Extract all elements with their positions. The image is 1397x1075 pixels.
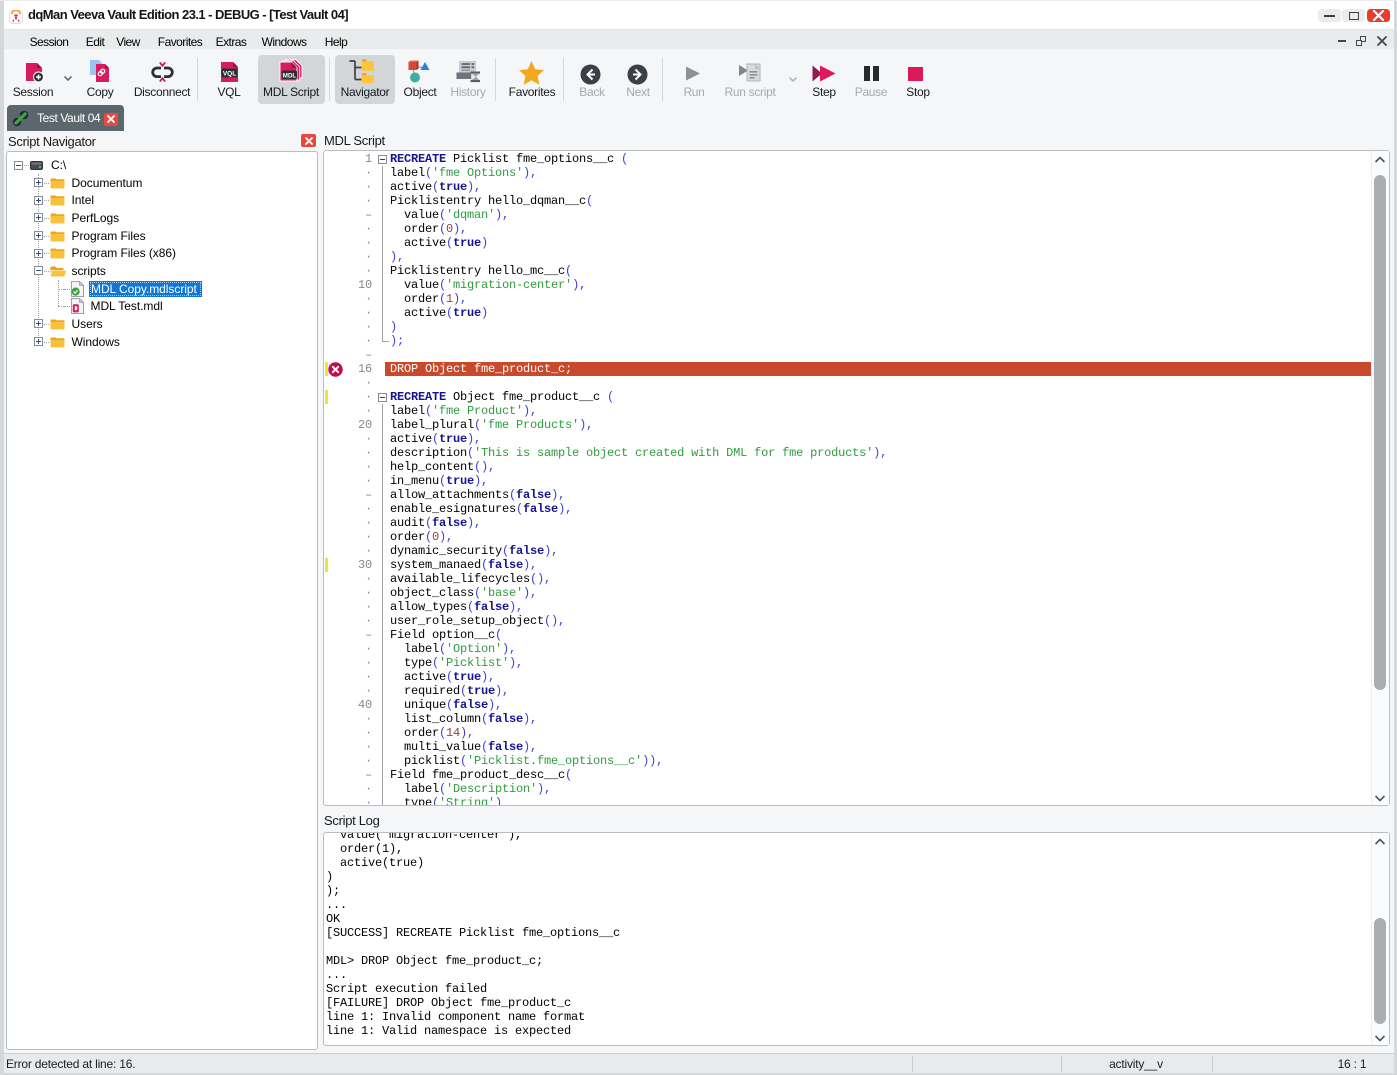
svg-text:VQL: VQL <box>223 71 236 78</box>
svg-text:MDL: MDL <box>283 72 297 79</box>
